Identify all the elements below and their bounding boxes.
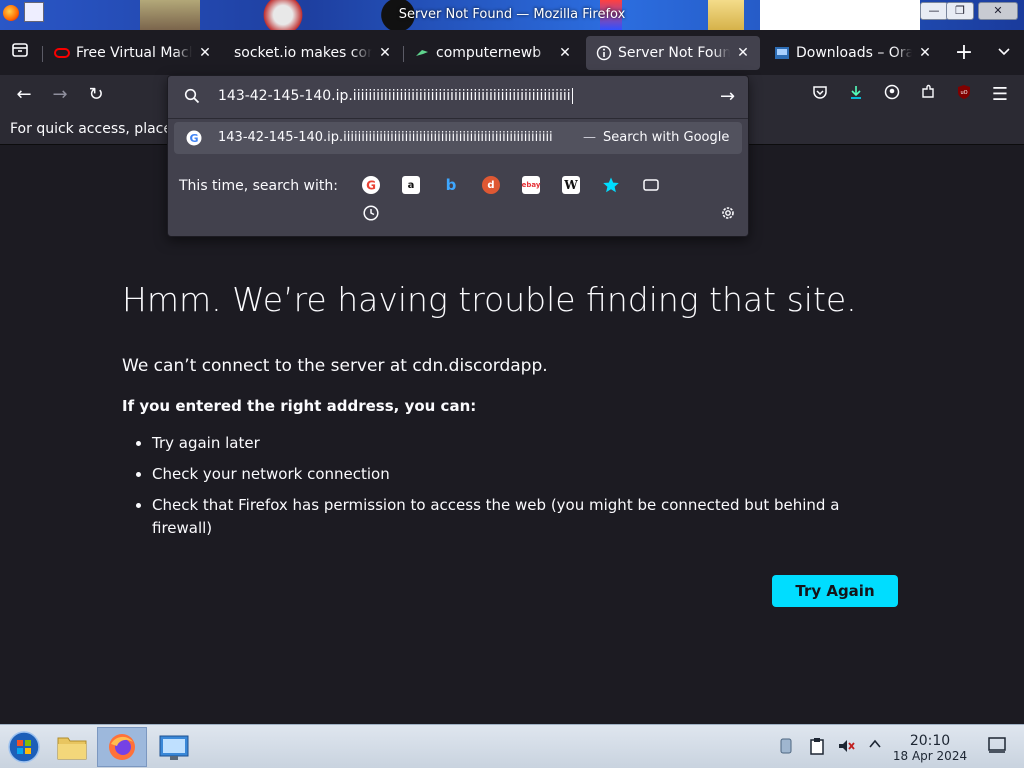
downloads-icon[interactable] xyxy=(844,83,868,107)
bookmarks-hint: For quick access, place xyxy=(10,121,172,137)
tab-label: computernewb xyxy=(436,45,542,61)
svg-text:G: G xyxy=(366,179,376,193)
list-item: Check your network connection xyxy=(152,463,872,486)
volume-muted-icon[interactable] xyxy=(837,737,855,755)
suggestions-list: Try again later Check your network conne… xyxy=(152,432,872,548)
gear-icon[interactable] xyxy=(719,204,737,222)
account-icon[interactable] xyxy=(880,83,904,107)
reload-button[interactable]: ↻ xyxy=(84,83,108,107)
tab-separator xyxy=(42,46,43,62)
oracle-icon xyxy=(54,45,70,61)
maximize-button[interactable]: ❐ xyxy=(946,2,974,20)
page-title: Hmm. We’re having trouble finding that s… xyxy=(122,280,857,319)
control-panel-icon[interactable] xyxy=(150,727,198,767)
search-icon xyxy=(184,88,202,106)
ebay-icon[interactable]: ebay xyxy=(522,176,540,194)
tab-strip: Free Virtual Machi ✕ socket.io makes com… xyxy=(0,30,1024,75)
google-icon[interactable]: G xyxy=(362,176,380,194)
close-window-button[interactable]: ✕ xyxy=(978,2,1018,20)
svg-text:uO: uO xyxy=(960,90,967,96)
divider xyxy=(168,118,748,119)
tab-list-chevron-icon[interactable] xyxy=(992,41,1016,65)
firefox-taskbar-icon[interactable] xyxy=(97,727,147,767)
google-icon: G xyxy=(186,130,202,146)
window-title: Server Not Found — Mozilla Firefox xyxy=(398,7,626,22)
network-tray-icon[interactable] xyxy=(777,737,795,755)
bing-icon[interactable]: b xyxy=(442,176,460,194)
tab-free-virtual-machine[interactable]: Free Virtual Machi ✕ xyxy=(44,36,222,70)
tab-server-not-found[interactable]: Server Not Found ✕ xyxy=(586,36,760,70)
tab-computernewb[interactable]: computernewb ✕ xyxy=(404,36,582,70)
suggestion-dash: — xyxy=(583,130,596,145)
bookmarks-star-icon[interactable] xyxy=(602,176,620,194)
file-explorer-icon[interactable] xyxy=(48,727,96,767)
info-icon xyxy=(596,45,612,61)
tab-socketio[interactable]: socket.io makes comp ✕ xyxy=(224,36,402,70)
close-tab-icon[interactable]: ✕ xyxy=(558,45,572,61)
url-input[interactable]: 143-42-145-140.ip.iiiiiiiiiiiiiiiiiiiiii… xyxy=(174,80,744,114)
close-tab-icon[interactable]: ✕ xyxy=(378,45,392,61)
close-tab-icon[interactable]: ✕ xyxy=(918,45,932,61)
extensions-icon[interactable] xyxy=(916,83,940,107)
duckduckgo-icon[interactable]: d xyxy=(482,176,500,194)
tab-downloads-oracle[interactable]: Downloads – Orac ✕ xyxy=(764,36,942,70)
pocket-icon[interactable] xyxy=(808,83,832,107)
search-suggestion-row[interactable]: G 143-42-145-140.ip.iiiiiiiiiiiiiiiiiiii… xyxy=(174,122,742,154)
firefox-view-icon[interactable] xyxy=(8,41,32,65)
taskbar: 20:10 18 Apr 2024 xyxy=(0,724,1024,768)
history-icon[interactable] xyxy=(362,204,380,222)
urlbar-dropdown: 143-42-145-140.ip.iiiiiiiiiiiiiiiiiiiiii… xyxy=(167,75,749,237)
back-button[interactable]: ← xyxy=(12,83,36,107)
list-item: Try again later xyxy=(152,432,872,455)
error-description: We can’t connect to the server at cdn.di… xyxy=(122,356,548,376)
go-arrow-button[interactable]: → xyxy=(720,86,735,107)
close-tab-icon[interactable]: ✕ xyxy=(198,45,212,61)
amazon-icon[interactable]: a xyxy=(402,176,420,194)
tab-label: Free Virtual Machi xyxy=(76,45,192,61)
forward-button[interactable]: → xyxy=(48,83,72,107)
tabs-icon[interactable] xyxy=(642,176,660,194)
tab-label: Server Not Found xyxy=(618,45,730,61)
bird-icon xyxy=(414,45,430,61)
suggestion-text: 143-42-145-140.ip.iiiiiiiiiiiiiiiiiiiiii… xyxy=(218,130,553,145)
vm-icon xyxy=(774,45,790,61)
app-menu-button[interactable]: ☰ xyxy=(988,83,1012,107)
ublock-origin-icon[interactable]: uO xyxy=(952,83,976,107)
svg-text:G: G xyxy=(189,132,198,145)
list-item: Check that Firefox has permission to acc… xyxy=(152,494,872,540)
system-clock[interactable]: 20:10 18 Apr 2024 xyxy=(890,733,970,763)
suggestion-action: Search with Google xyxy=(603,130,730,145)
tab-label: socket.io makes comp xyxy=(234,45,372,61)
minimize-button[interactable]: — xyxy=(920,2,948,20)
url-input-value[interactable]: 143-42-145-140.ip.iiiiiiiiiiiiiiiiiiiiii… xyxy=(218,88,573,104)
clock-date: 18 Apr 2024 xyxy=(892,749,968,763)
show-hidden-icons-chevron-icon[interactable] xyxy=(866,737,884,755)
clipboard-tray-icon[interactable] xyxy=(808,737,826,755)
tab-label: Downloads – Orac xyxy=(796,45,912,61)
window-titlebar[interactable]: Server Not Found — Mozilla Firefox — ❐ ✕ xyxy=(0,0,1024,30)
close-tab-icon[interactable]: ✕ xyxy=(736,45,750,61)
wikipedia-icon[interactable]: W xyxy=(562,176,580,194)
clock-time: 20:10 xyxy=(909,733,951,749)
show-desktop-icon[interactable] xyxy=(988,737,1006,755)
try-again-button[interactable]: Try Again xyxy=(772,575,898,607)
new-tab-button[interactable]: + xyxy=(952,41,976,65)
start-button[interactable] xyxy=(0,727,48,767)
one-off-search-label: This time, search with: xyxy=(179,178,338,194)
suggestions-heading: If you entered the right address, you ca… xyxy=(122,397,477,415)
